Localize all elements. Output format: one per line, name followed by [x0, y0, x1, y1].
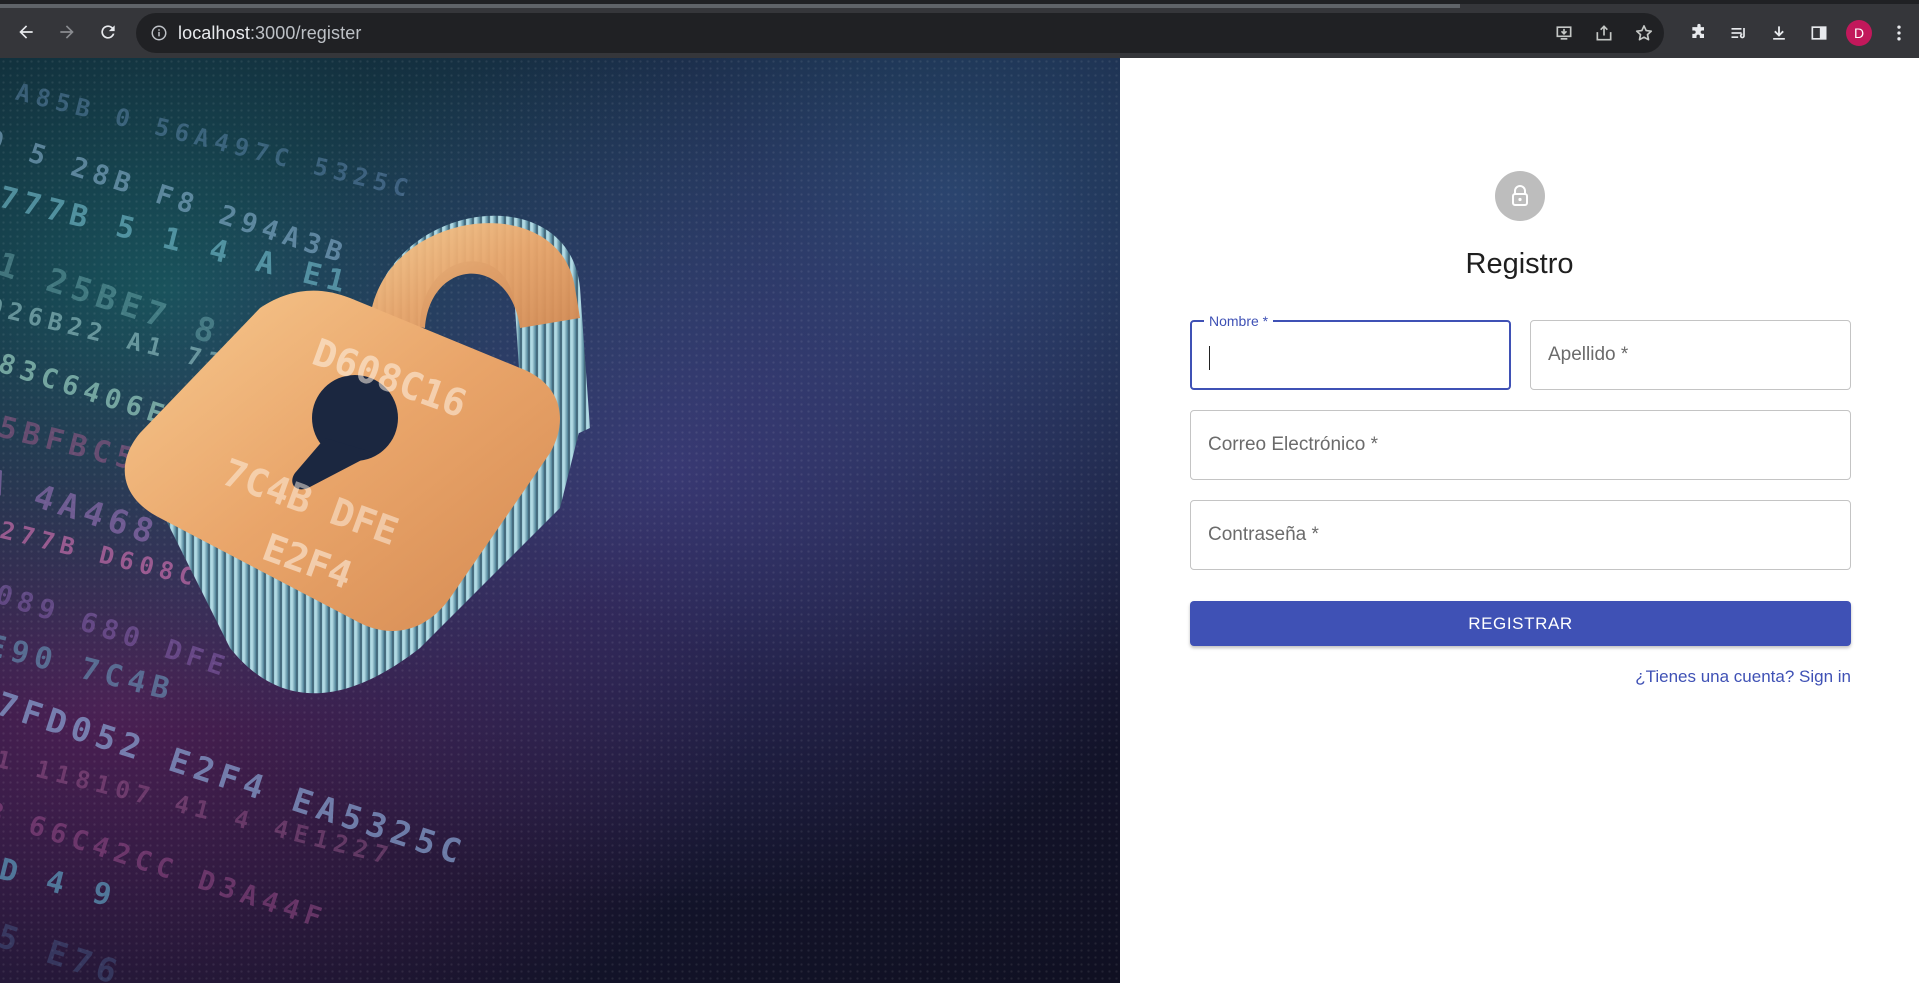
url-path: :3000/register	[249, 22, 362, 43]
last-name-field[interactable]: Apellido *	[1530, 320, 1851, 390]
text-caret	[1209, 346, 1210, 370]
side-panel-icon[interactable]	[1799, 13, 1839, 53]
password-placeholder: Contraseña *	[1208, 524, 1319, 545]
email-field[interactable]: Correo Electrónico *	[1190, 410, 1851, 480]
bookmark-star-icon[interactable]	[1624, 13, 1664, 53]
register-button[interactable]: REGISTRAR	[1190, 601, 1851, 646]
signin-link[interactable]: ¿Tienes una cuenta? Sign in	[1635, 667, 1851, 687]
share-icon[interactable]	[1584, 13, 1624, 53]
padlock-illustration: D608C16 7C4B DFE E2F4	[124, 215, 590, 694]
lock-avatar	[1495, 171, 1545, 221]
profile-avatar-initial: D	[1846, 20, 1872, 46]
first-name-field[interactable]: Nombre *	[1190, 313, 1511, 390]
first-name-label: Nombre *	[1204, 313, 1274, 329]
back-icon[interactable]	[12, 18, 40, 46]
extensions-icon[interactable]	[1679, 13, 1719, 53]
site-info-icon[interactable]	[150, 24, 168, 42]
more-menu-icon[interactable]	[1879, 13, 1919, 53]
profile-avatar[interactable]: D	[1839, 13, 1879, 53]
reading-list-icon[interactable]	[1719, 13, 1759, 53]
register-form-panel: Registro Nombre * Apellido * Correo Elec…	[1120, 58, 1919, 983]
last-name-placeholder: Apellido *	[1548, 344, 1629, 365]
lock-outline-icon	[1512, 185, 1528, 206]
forward-icon[interactable]	[53, 18, 81, 46]
hero-image-padlock: E A85B 0 56A497C 5325C 0 5 28B F8 294A3B…	[0, 58, 1120, 983]
page-title: Registro	[1465, 248, 1574, 280]
password-field[interactable]: Contraseña *	[1190, 500, 1851, 570]
url-host: localhost	[178, 22, 250, 43]
downloads-icon[interactable]	[1759, 13, 1799, 53]
reload-icon[interactable]	[94, 18, 122, 46]
install-app-icon[interactable]	[1544, 13, 1584, 53]
email-placeholder: Correo Electrónico *	[1208, 434, 1379, 455]
tab-strip	[0, 4, 1460, 8]
browser-toolbar: localhost:3000/register D	[0, 0, 1919, 58]
url-text[interactable]: localhost:3000/register	[178, 23, 361, 44]
register-page: E A85B 0 56A497C 5325C 0 5 28B F8 294A3B…	[0, 58, 1919, 983]
address-bar[interactable]: localhost:3000/register	[136, 13, 1664, 53]
